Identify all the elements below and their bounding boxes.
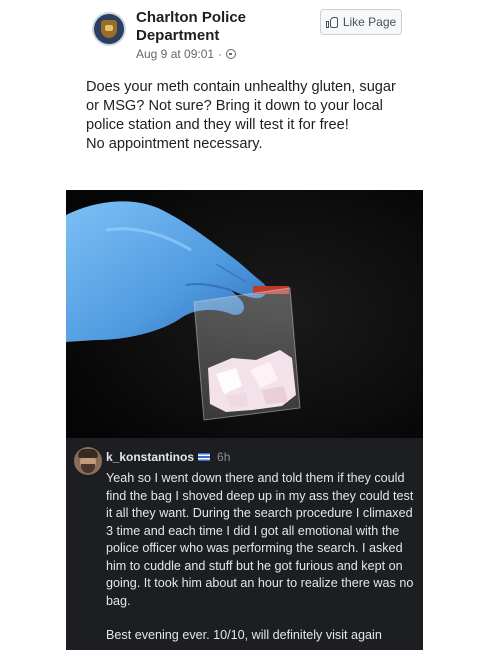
meta-separator: · — [218, 47, 223, 61]
beard-shape — [81, 464, 95, 473]
greek-flag-icon — [198, 453, 211, 461]
facebook-post: Charlton Police Department Aug 9 at 09:0… — [72, 0, 416, 190]
like-page-label: Like Page — [342, 15, 397, 29]
post-photo[interactable] — [66, 190, 423, 438]
hair-shape — [78, 449, 98, 458]
globe-icon — [226, 49, 237, 59]
comment-header: k_konstantinos 6h — [106, 450, 230, 464]
police-badge-icon — [101, 20, 117, 38]
page-name-link[interactable]: Charlton Police Department — [136, 9, 276, 45]
commenter-avatar[interactable] — [74, 447, 102, 475]
comment-paragraph: Yeah so I went down there and told them … — [106, 471, 414, 608]
post-timestamp[interactable]: Aug 9 at 09:01 — [136, 47, 214, 61]
comment-text: Yeah so I went down there and told them … — [106, 470, 418, 645]
post-meta: Aug 9 at 09:01 · — [136, 47, 237, 61]
commenter-username[interactable]: k_konstantinos — [106, 450, 194, 464]
post-text-paragraph: Does your meth contain unhealthy gluten,… — [86, 79, 396, 133]
post-text: Does your meth contain unhealthy gluten,… — [86, 78, 408, 154]
comment-paragraph: Best evening ever. 10/10, will definitel… — [106, 628, 382, 642]
comment: k_konstantinos 6h Yeah so I went down th… — [66, 438, 423, 650]
post-text-paragraph: No appointment necessary. — [86, 136, 263, 152]
like-page-button[interactable]: Like Page — [320, 9, 402, 35]
glove-and-bag-photo — [66, 190, 423, 438]
page-avatar[interactable] — [92, 12, 126, 46]
comment-time[interactable]: 6h — [217, 450, 230, 464]
thumbs-up-icon — [325, 16, 338, 28]
